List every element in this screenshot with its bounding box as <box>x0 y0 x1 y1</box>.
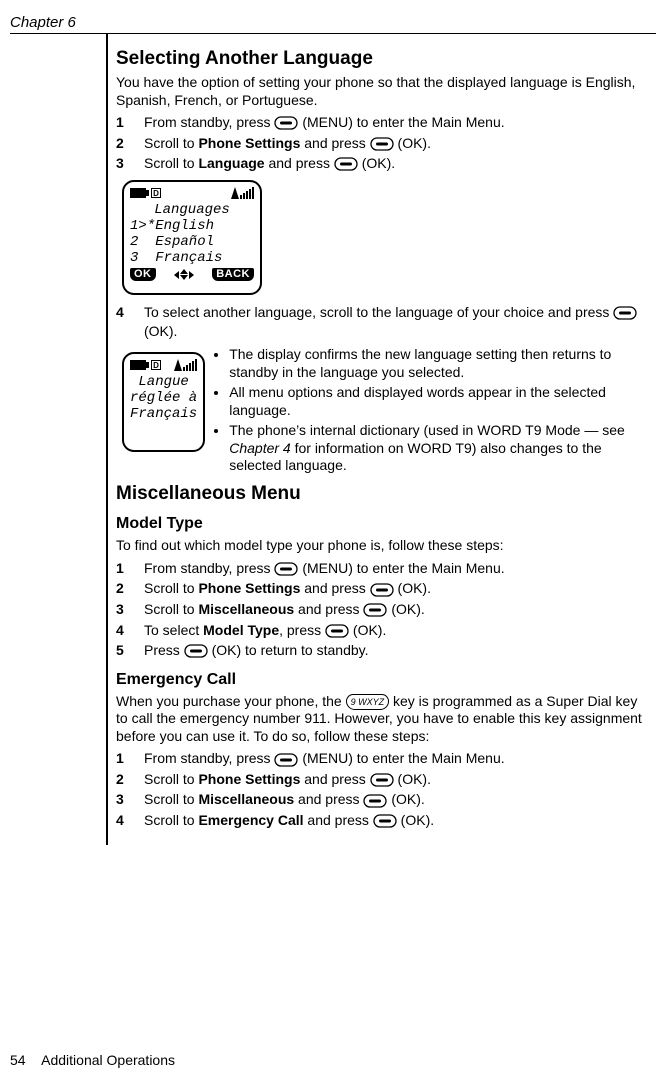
step-text: To select Model Type, press (OK). <box>144 621 652 641</box>
step-number: 2 <box>116 770 144 790</box>
signal-icon <box>230 187 254 199</box>
chapter-header: Chapter 6 <box>10 14 656 34</box>
step-number: 3 <box>116 790 144 810</box>
step-text: Scroll to Phone Settings and press (OK). <box>144 770 652 790</box>
screen-row: 2 Español <box>130 234 254 250</box>
softkey-icon <box>373 814 397 828</box>
screen-row: Langue <box>130 374 197 390</box>
softkey-icon <box>184 644 208 658</box>
phone-screen-languages: D Languages 1>*English 2 Español 3 Franç… <box>122 180 262 295</box>
step-text: Scroll to Miscellaneous and press (OK). <box>144 790 652 810</box>
screen-title: Languages <box>130 202 254 218</box>
softkey-icon <box>363 794 387 808</box>
step-number: 4 <box>116 811 144 831</box>
steps-list-a-cont: 4 To select another language, scroll to … <box>116 303 652 342</box>
step-number: 3 <box>116 154 144 174</box>
softkey-icon <box>325 624 349 638</box>
steps-list-b: 1 From standby, press (MENU) to enter th… <box>116 559 652 661</box>
step-text: From standby, press (MENU) to enter the … <box>144 559 652 579</box>
steps-list-c: 1 From standby, press (MENU) to enter th… <box>116 749 652 830</box>
softkey-ok: OK <box>130 268 156 281</box>
step-text: From standby, press (MENU) to enter the … <box>144 113 652 133</box>
body-column: Selecting Another Language You have the … <box>106 34 652 845</box>
softkey-icon <box>274 116 298 130</box>
page-number: 54 <box>10 1052 26 1068</box>
softkey-icon <box>370 773 394 787</box>
bullet-list: The display confirms the new language se… <box>213 346 652 477</box>
step-text: Scroll to Phone Settings and press (OK). <box>144 134 652 154</box>
nav-arrows-icon <box>174 269 194 280</box>
step-number: 4 <box>116 303 144 323</box>
intro-paragraph: You have the option of setting your phon… <box>116 74 652 109</box>
mode-d-icon: D <box>151 360 161 370</box>
softkey-icon <box>274 753 298 767</box>
step-text: Scroll to Emergency Call and press (OK). <box>144 811 652 831</box>
battery-icon <box>130 360 146 370</box>
step-text: Scroll to Language and press (OK). <box>144 154 652 174</box>
page: Chapter 6 Selecting Another Language You… <box>0 0 666 1088</box>
screen-row: 1>*English <box>130 218 254 234</box>
step-text: Scroll to Phone Settings and press (OK). <box>144 579 652 599</box>
step-number: 2 <box>116 134 144 154</box>
softkey-icon <box>613 306 637 320</box>
status-bar: D <box>130 186 254 200</box>
step-number: 1 <box>116 749 144 769</box>
signal-icon <box>173 359 197 371</box>
softkey-icon <box>274 562 298 576</box>
step-number: 1 <box>116 113 144 133</box>
sub-heading-emergency: Emergency Call <box>116 671 652 689</box>
step-text: Scroll to Miscellaneous and press (OK). <box>144 600 652 620</box>
intro-paragraph: To find out which model type your phone … <box>116 537 652 555</box>
screen-row: 3 Français <box>130 250 254 266</box>
phone-screen-confirmation: D Langue réglée à Français <box>122 352 205 452</box>
steps-list-a: 1 From standby, press (MENU) to enter th… <box>116 113 652 174</box>
mode-d-icon: D <box>151 188 161 198</box>
footer-title: Additional Operations <box>41 1052 175 1068</box>
softkey-icon <box>370 137 394 151</box>
step-number: 3 <box>116 600 144 620</box>
status-bar: D <box>130 358 197 372</box>
key-9-icon: 9 WXYZ <box>346 694 390 710</box>
step-number: 1 <box>116 559 144 579</box>
step-number: 2 <box>116 579 144 599</box>
step-text: From standby, press (MENU) to enter the … <box>144 749 652 769</box>
step-number: 5 <box>116 641 144 661</box>
softkey-back: BACK <box>212 268 254 281</box>
softkey-bar: OK BACK <box>130 268 254 281</box>
battery-icon <box>130 188 146 198</box>
bullet-item: The phone’s internal dictionary (used in… <box>229 422 652 476</box>
step-text: To select another language, scroll to th… <box>144 303 652 342</box>
softkey-icon <box>370 583 394 597</box>
bullet-item: All menu options and displayed words app… <box>229 384 652 420</box>
sub-heading-model-type: Model Type <box>116 515 652 533</box>
screen-row: réglée à <box>130 390 197 406</box>
softkey-icon <box>334 157 358 171</box>
page-footer: 54 Additional Operations <box>10 1052 175 1068</box>
bullet-item: The display confirms the new language se… <box>229 346 652 382</box>
step-text: Press (OK) to return to standby. <box>144 641 652 661</box>
step-number: 4 <box>116 621 144 641</box>
section-heading-misc: Miscellaneous Menu <box>116 483 652 505</box>
section-heading-language: Selecting Another Language <box>116 48 652 70</box>
intro-paragraph: When you purchase your phone, the 9 WXYZ… <box>116 693 652 746</box>
screen-with-bullets: D Langue réglée à Français The display c… <box>116 346 652 477</box>
screen-row: Français <box>130 406 197 422</box>
softkey-icon <box>363 603 387 617</box>
